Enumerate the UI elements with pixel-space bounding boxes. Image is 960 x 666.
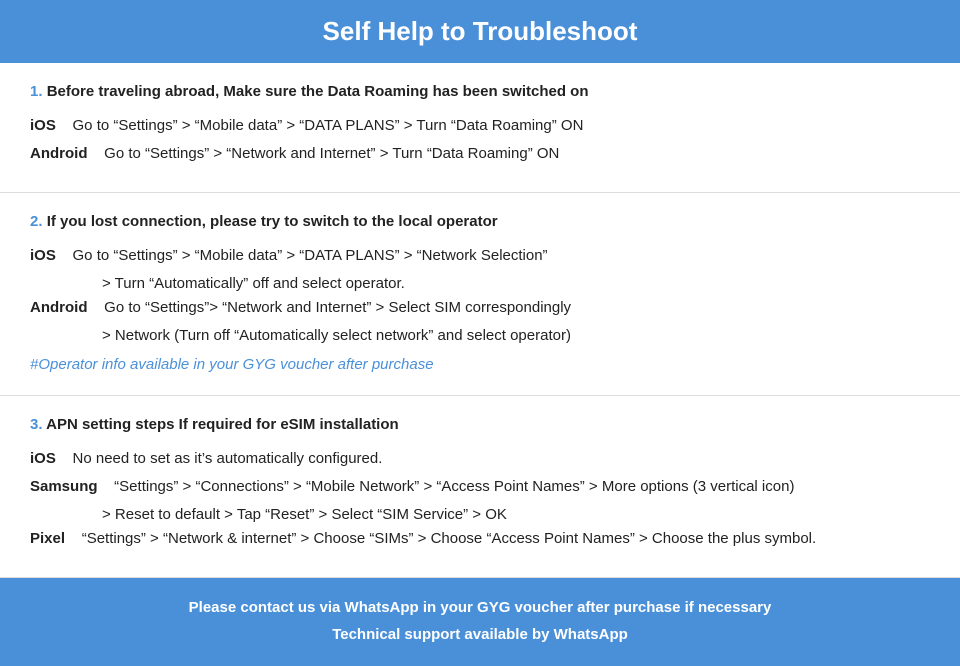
section-2-item-1-continuation: > Network (Turn off “Automatically selec… [102, 324, 930, 348]
section-2-title: 2. If you lost connection, please try to… [30, 211, 930, 232]
section-1: 1. Before traveling abroad, Make sure th… [0, 63, 960, 193]
section-2-text: If you lost connection, please try to sw… [47, 213, 498, 230]
section-3-number: 3. [30, 416, 46, 433]
platform-label: Pixel [30, 530, 65, 547]
platform-label: iOS [30, 117, 56, 134]
header: Self Help to Troubleshoot [0, 0, 960, 63]
section-3-item-1: Samsung “Settings” > “Connections” > “Mo… [30, 475, 930, 499]
section-3-item-1-continuation: > Reset to default > Tap “Reset” > Selec… [102, 503, 930, 527]
platform-label: Samsung [30, 478, 98, 495]
section-3-title: 3. APN setting steps If required for eSI… [30, 414, 930, 435]
section-2-item-0: iOS Go to “Settings” > “Mobile data” > “… [30, 244, 930, 268]
section-3-text: APN setting steps If required for eSIM i… [46, 416, 399, 433]
footer-line2: Technical support available by WhatsApp [20, 621, 940, 648]
section-2-note: #Operator info available in your GYG vou… [30, 356, 930, 373]
section-3-item-2: Pixel “Settings” > “Network & internet” … [30, 527, 930, 551]
platform-label: Android [30, 145, 88, 162]
section-1-title: 1. Before traveling abroad, Make sure th… [30, 81, 930, 102]
platform-label: Android [30, 299, 88, 316]
section-1-item-0: iOS Go to “Settings” > “Mobile data” > “… [30, 114, 930, 138]
section-2: 2. If you lost connection, please try to… [0, 193, 960, 396]
section-3-item-0: iOS No need to set as it’s automatically… [30, 447, 930, 471]
section-2-number: 2. [30, 213, 47, 230]
page-title: Self Help to Troubleshoot [20, 16, 940, 47]
platform-label: iOS [30, 450, 56, 467]
platform-label: iOS [30, 247, 56, 264]
section-1-item-1: Android Go to “Settings” > “Network and … [30, 142, 930, 166]
footer: Please contact us via WhatsApp in your G… [0, 578, 960, 666]
footer-line1: Please contact us via WhatsApp in your G… [20, 594, 940, 621]
section-2-item-1: Android Go to “Settings”> “Network and I… [30, 296, 930, 320]
section-2-item-0-continuation: > Turn “Automatically” off and select op… [102, 272, 930, 296]
section-3: 3. APN setting steps If required for eSI… [0, 396, 960, 578]
section-1-number: 1. [30, 83, 47, 100]
section-1-text: Before traveling abroad, Make sure the D… [47, 83, 589, 100]
